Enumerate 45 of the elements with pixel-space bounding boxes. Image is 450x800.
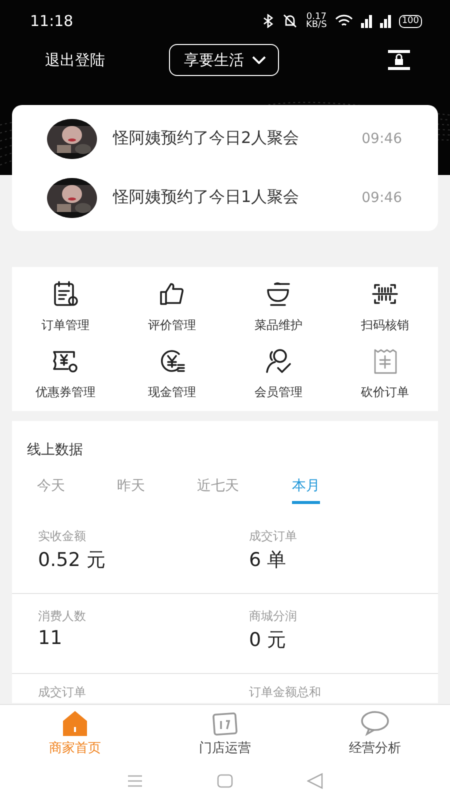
- stat-value: 6 单: [249, 548, 288, 573]
- stat-label: 订单金额总和: [249, 684, 322, 701]
- logout-link[interactable]: 退出登陆: [45, 50, 169, 70]
- status-time: 11:18: [30, 12, 74, 30]
- section-title: 线上数据: [26, 441, 84, 460]
- user-check-icon: [263, 346, 294, 376]
- function-item[interactable]: 订单管理: [12, 279, 118, 334]
- stat-label: 实收金额: [38, 528, 87, 545]
- muted-bell-icon: [282, 14, 298, 28]
- notification-text: 怪阿姨预约了今日2人聚会: [113, 128, 300, 149]
- chat-bubble-icon: [359, 710, 391, 736]
- bottom-tab[interactable]: 经营分析: [300, 705, 450, 762]
- store-selector[interactable]: 享要生活: [169, 44, 279, 76]
- notification-time: 09:46: [362, 190, 402, 206]
- function-item[interactable]: 菜品维护: [225, 279, 332, 334]
- function-item[interactable]: 扫码核销: [332, 279, 438, 334]
- battery-level: 100: [398, 14, 422, 28]
- menu-icon[interactable]: [127, 775, 143, 787]
- stat-label: 成交订单: [38, 684, 87, 701]
- network-speed: 0.17: [306, 13, 326, 21]
- stat-value: 11: [38, 627, 64, 649]
- stat-value: 0 元: [249, 628, 288, 653]
- speed-unit: KB/S: [306, 21, 327, 29]
- signal-icon: [360, 14, 372, 28]
- home-square-icon[interactable]: [217, 774, 233, 788]
- function-item[interactable]: 评价管理: [118, 279, 225, 334]
- function-item[interactable]: 砍价订单: [332, 346, 438, 401]
- function-item[interactable]: 现金管理: [118, 346, 225, 401]
- bluetooth-icon: [262, 14, 274, 28]
- wifi-icon: [334, 14, 353, 28]
- home-icon: [61, 710, 89, 736]
- calendar-icon: [211, 710, 239, 736]
- signal-icon: [380, 14, 391, 28]
- notification-time: 09:46: [362, 130, 402, 146]
- stat-label: 成交订单: [249, 528, 298, 545]
- stat-value: 0.52 元: [38, 548, 106, 573]
- notification-text: 怪阿姨预约了今日1人聚会: [113, 187, 300, 208]
- stat-label: 消费人数: [38, 608, 87, 625]
- chevron-down-icon: [252, 56, 266, 64]
- lock-icon[interactable]: [388, 49, 410, 71]
- function-item[interactable]: 优惠券管理: [12, 346, 118, 401]
- back-icon[interactable]: [307, 773, 323, 789]
- bottom-tab[interactable]: 门店运营: [150, 705, 300, 762]
- function-item[interactable]: 会员管理: [225, 346, 332, 401]
- stat-label: 商城分润: [249, 608, 298, 625]
